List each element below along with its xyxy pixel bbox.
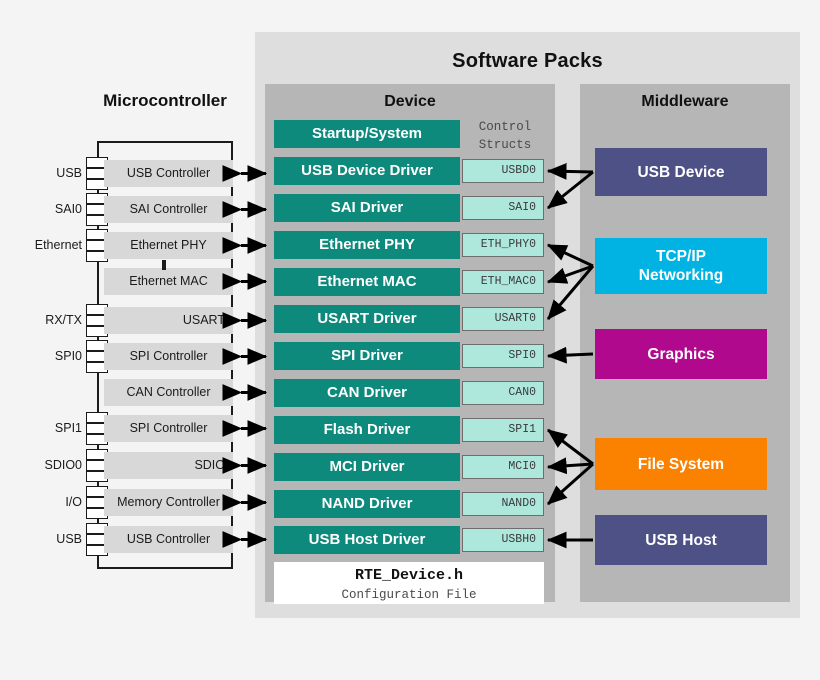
device-driver-block[interactable]: USB Device Driver (274, 157, 460, 185)
control-struct-block[interactable]: ETH_MAC0 (462, 270, 544, 294)
device-column-title: Device (384, 93, 436, 110)
microcontroller-title: Microcontroller (103, 91, 227, 110)
mcu-peripheral-row[interactable]: USART (104, 307, 233, 334)
control-struct-block[interactable]: ETH_PHY0 (462, 233, 544, 257)
device-driver-block[interactable]: USART Driver (274, 305, 460, 333)
mcu-pin-label: Ethernet (34, 238, 82, 252)
control-struct-block[interactable]: CAN0 (462, 381, 544, 405)
middleware-block-label: USB Host (645, 531, 717, 549)
device-driver-block[interactable]: USB Host Driver (274, 526, 460, 554)
middleware-block-label: TCP/IP Networking (638, 248, 724, 284)
device-driver-block[interactable]: SAI Driver (274, 194, 460, 222)
middleware-block-label: USB Device (637, 163, 725, 181)
mcu-peripheral-row[interactable]: Memory Controller (104, 489, 233, 516)
control-structs-header-line2: Structs (478, 138, 532, 152)
diagram-canvas: Software Packs Device Middleware Microco… (0, 0, 820, 680)
mcu-peripheral-row[interactable]: SPI Controller (104, 343, 233, 370)
middleware-block[interactable]: TCP/IP Networking (595, 238, 767, 294)
device-driver-block[interactable]: MCI Driver (274, 453, 460, 481)
control-struct-block[interactable]: NAND0 (462, 492, 544, 516)
middleware-column-title: Middleware (641, 93, 729, 110)
control-struct-block[interactable]: USART0 (462, 307, 544, 331)
rte-device-subtitle: Configuration File (341, 588, 477, 602)
middleware-block[interactable]: USB Host (595, 515, 767, 565)
control-struct-block[interactable]: MCI0 (462, 455, 544, 479)
control-struct-block[interactable]: USBD0 (462, 159, 544, 183)
mcu-peripheral-row[interactable]: Ethernet MAC (104, 268, 233, 295)
control-struct-block[interactable]: SAI0 (462, 196, 544, 220)
mcu-peripheral-row[interactable]: SDIO (104, 452, 233, 479)
software-packs-title: Software Packs (452, 50, 603, 72)
mcu-peripheral-row[interactable]: Ethernet PHY (104, 232, 233, 259)
startup-system-block[interactable]: Startup/System (274, 120, 460, 148)
device-driver-block[interactable]: Ethernet PHY (274, 231, 460, 259)
middleware-block[interactable]: File System (595, 438, 767, 490)
middleware-block[interactable]: USB Device (595, 148, 767, 196)
rte-device-filename: RTE_Device.h (354, 567, 464, 584)
ethernet-phy-mac-link (162, 260, 166, 270)
device-driver-block[interactable]: Ethernet MAC (274, 268, 460, 296)
mcu-pin-label: SPI1 (54, 421, 82, 435)
middleware-block-label: File System (637, 455, 725, 473)
device-driver-block[interactable]: CAN Driver (274, 379, 460, 407)
rte-device-config-block[interactable]: RTE_Device.h Configuration File (274, 562, 544, 604)
control-struct-block[interactable]: SPI0 (462, 344, 544, 368)
mcu-peripheral-row[interactable]: SPI Controller (104, 415, 233, 442)
mcu-peripheral-row[interactable]: SAI Controller (104, 196, 233, 223)
mcu-peripheral-row[interactable]: USB Controller (104, 526, 233, 553)
control-structs-header-line1: Control (478, 120, 532, 134)
middleware-block-label: Graphics (647, 345, 715, 363)
mcu-pin-label: USB (56, 532, 82, 546)
device-driver-block[interactable]: SPI Driver (274, 342, 460, 370)
device-driver-block[interactable]: NAND Driver (274, 490, 460, 518)
mcu-pin-label: RX/TX (45, 313, 82, 327)
mcu-pin-label: I/O (65, 495, 82, 509)
mcu-pin-label: SAI0 (54, 202, 82, 216)
mcu-pin-label: SPI0 (54, 349, 82, 363)
device-driver-block[interactable]: Flash Driver (274, 416, 460, 444)
control-structs-header: Control Structs (462, 118, 548, 154)
control-struct-block[interactable]: USBH0 (462, 528, 544, 552)
mcu-pin-label: USB (56, 166, 82, 180)
middleware-block[interactable]: Graphics (595, 329, 767, 379)
mcu-peripheral-row[interactable]: CAN Controller (104, 379, 233, 406)
mcu-peripheral-row[interactable]: USB Controller (104, 160, 233, 187)
mcu-pin-label: SDIO0 (44, 458, 82, 472)
control-struct-block[interactable]: SPI1 (462, 418, 544, 442)
